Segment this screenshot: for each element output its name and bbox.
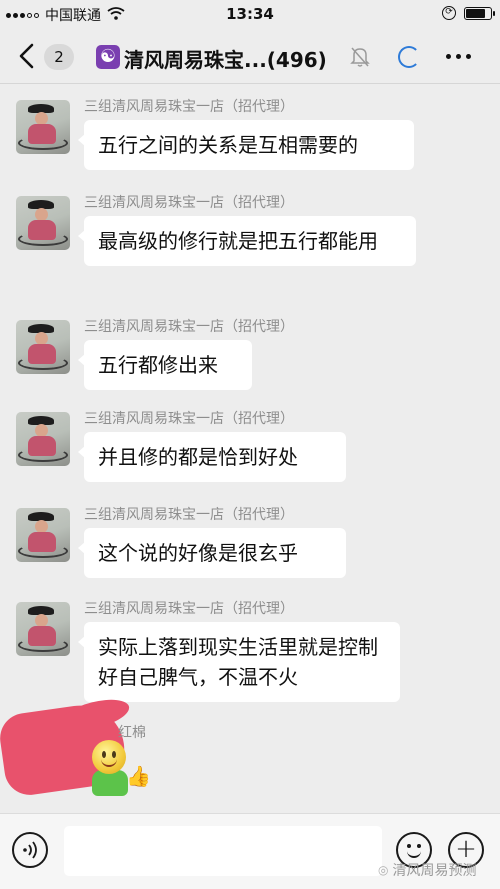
watermark-text: 清风周易预测 bbox=[392, 863, 477, 879]
message-bubble[interactable]: 并且修的都是恰到好处 bbox=[78, 432, 346, 482]
sender-name: 三组清风周易珠宝一店（招代理） bbox=[84, 319, 294, 335]
yinyang-icon: ☯ bbox=[96, 45, 120, 69]
message-bubble[interactable]: 这个说的好像是很玄乎 bbox=[78, 528, 346, 578]
avatar[interactable] bbox=[16, 320, 70, 374]
voice-icon[interactable] bbox=[12, 832, 48, 868]
back-icon[interactable] bbox=[14, 40, 40, 72]
watermark: ◎ 清风周易预测 bbox=[378, 860, 476, 880]
sender-name: 三组清风周易珠宝一店（招代理） bbox=[84, 507, 294, 523]
message-input[interactable] bbox=[64, 826, 382, 876]
thumbs-up-icon: 👍 bbox=[126, 764, 151, 788]
rotation-lock-icon: ⟳ bbox=[442, 6, 456, 20]
chat-header: 2 ☯ 清风周易珠宝...(496) bbox=[0, 28, 500, 84]
status-bar: 中国联通 13:34 ⟳ bbox=[0, 0, 500, 28]
battery-icon bbox=[464, 6, 495, 20]
sender-name-partial: 红棉 bbox=[118, 725, 146, 741]
message-bubble[interactable]: 实际上落到现实生活里就是控制好自己脾气，不温不火 bbox=[78, 622, 400, 702]
wechat-icon: ◎ bbox=[378, 863, 389, 877]
sender-name: 三组清风周易珠宝一店（招代理） bbox=[84, 99, 294, 115]
loading-icon bbox=[398, 46, 420, 68]
more-icon[interactable] bbox=[446, 54, 471, 59]
message-bubble[interactable]: 五行之间的关系是互相需要的 bbox=[78, 120, 414, 170]
chat-title[interactable]: 清风周易珠宝...(496) bbox=[124, 44, 327, 73]
unread-badge[interactable]: 2 bbox=[44, 44, 74, 70]
sender-name: 三组清风周易珠宝一店（招代理） bbox=[84, 195, 294, 211]
avatar[interactable] bbox=[16, 412, 70, 466]
sender-name: 三组清风周易珠宝一店（招代理） bbox=[84, 411, 294, 427]
avatar[interactable] bbox=[16, 100, 70, 154]
avatar[interactable] bbox=[16, 508, 70, 562]
smiley-sticker-icon[interactable] bbox=[92, 740, 126, 774]
status-time: 13:34 bbox=[226, 5, 274, 23]
avatar[interactable] bbox=[16, 602, 70, 656]
mute-bell-icon bbox=[350, 46, 370, 68]
sender-name: 三组清风周易珠宝一店（招代理） bbox=[84, 601, 294, 617]
message-bubble[interactable]: 五行都修出来 bbox=[78, 340, 252, 390]
message-bubble[interactable]: 最高级的修行就是把五行都能用 bbox=[78, 216, 416, 266]
avatar[interactable] bbox=[16, 196, 70, 250]
status-right: ⟳ bbox=[442, 6, 495, 20]
